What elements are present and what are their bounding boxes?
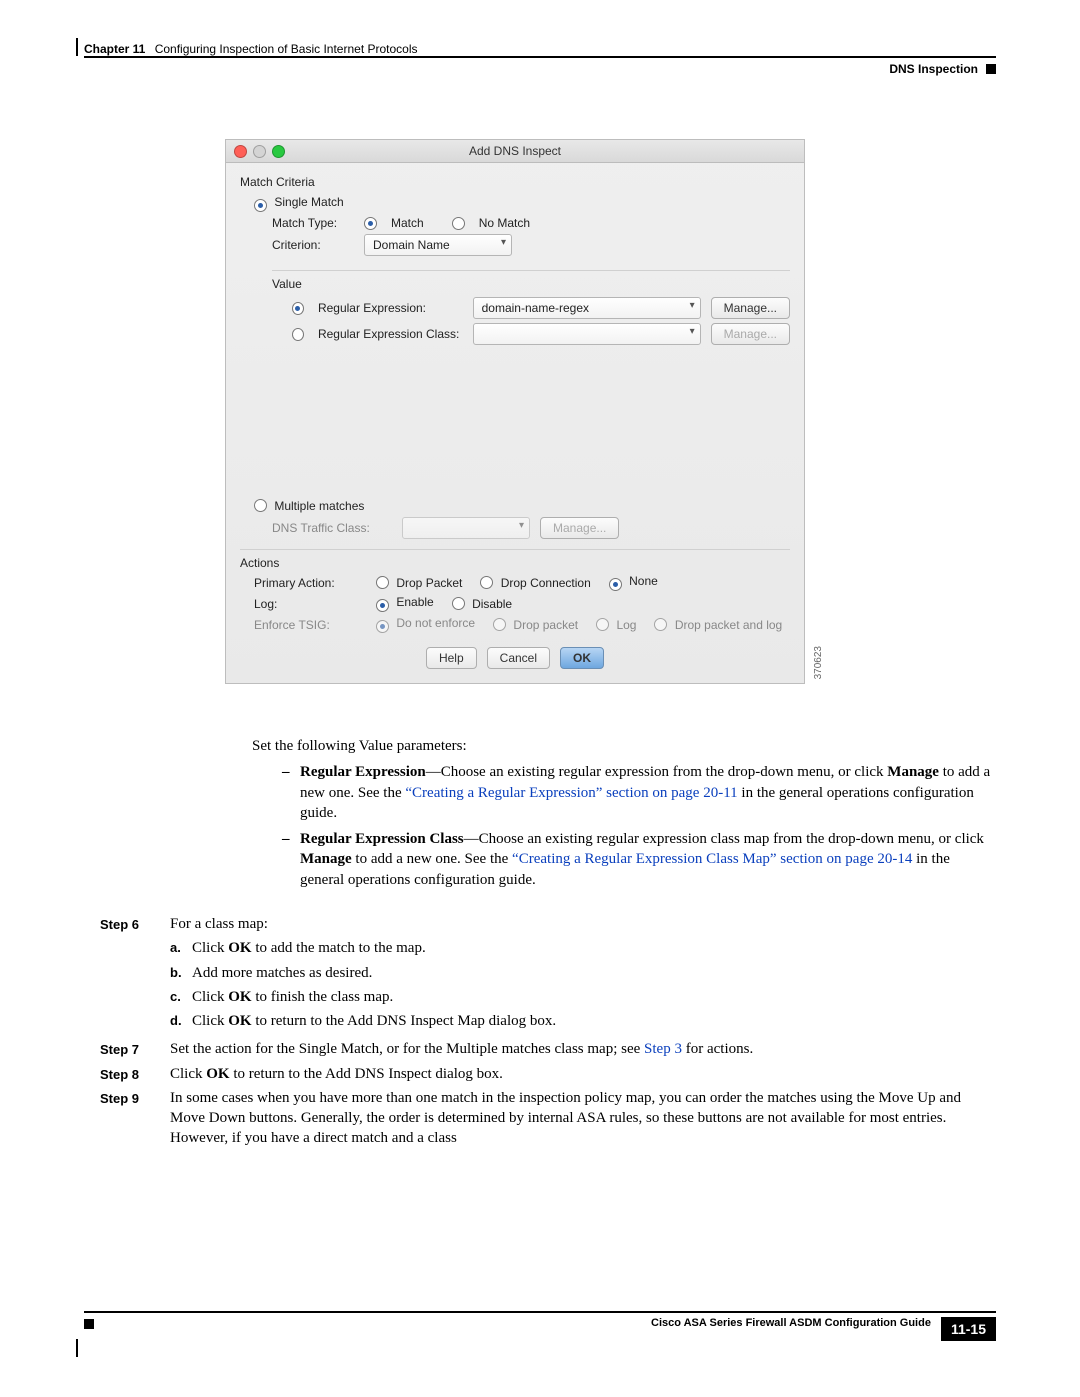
- footer-marker-icon: [84, 1319, 94, 1329]
- header-rule: [84, 56, 996, 58]
- step-7-label: Step 7: [100, 1039, 170, 1059]
- drop-packet-radio[interactable]: [376, 576, 389, 589]
- step-9-text: In some cases when you have more than on…: [170, 1088, 996, 1149]
- step-6d: Click OK to return to the Add DNS Inspec…: [192, 1011, 556, 1031]
- primary-action-label: Primary Action:: [254, 576, 358, 590]
- tsig-drop-packet-radio: [493, 618, 506, 631]
- multiple-matches-label: Multiple matches: [274, 499, 364, 513]
- regex-select[interactable]: domain-name-regex: [473, 297, 701, 319]
- link-create-regex-class[interactable]: “Creating a Regular Expression Class Map…: [512, 851, 912, 867]
- dns-traffic-class-select: [402, 517, 530, 539]
- chapter-label: Chapter 11: [84, 42, 145, 56]
- criterion-label: Criterion:: [272, 238, 354, 252]
- step-6-label: Step 6: [100, 914, 170, 1035]
- page-header: Chapter 11 Configuring Inspection of Bas…: [84, 38, 996, 56]
- figure-number: 370623: [813, 646, 824, 679]
- none-radio[interactable]: [609, 578, 622, 591]
- cancel-button[interactable]: Cancel: [487, 647, 550, 669]
- page-footer: Cisco ASA Series Firewall ASDM Configura…: [84, 1311, 996, 1341]
- manage-traffic-class-button: Manage...: [540, 517, 619, 539]
- header-section: DNS Inspection: [889, 62, 996, 76]
- ok-button[interactable]: OK: [560, 647, 604, 669]
- value-group-label: Value: [272, 270, 790, 291]
- manage-regex-button[interactable]: Manage...: [711, 297, 790, 319]
- match-type-label: Match Type:: [272, 216, 354, 230]
- regex-label: Regular Expression:: [318, 301, 463, 315]
- tsig-drop-and-log-radio: [654, 618, 667, 631]
- help-button[interactable]: Help: [426, 647, 477, 669]
- step-6-intro: For a class map:: [170, 914, 996, 934]
- guide-title: Cisco ASA Series Firewall ASDM Configura…: [100, 1317, 931, 1329]
- criterion-select[interactable]: Domain Name: [364, 234, 512, 256]
- single-match-radio[interactable]: [254, 199, 267, 212]
- log-label: Log:: [254, 597, 358, 611]
- match-option-label: Match: [391, 216, 424, 230]
- regex-radio[interactable]: [292, 302, 304, 315]
- tsig-do-not-enforce-radio: [376, 620, 389, 633]
- dialog-titlebar: Add DNS Inspect: [226, 140, 804, 163]
- page-number: 11-15: [941, 1317, 996, 1341]
- step-6b: Add more matches as desired.: [192, 963, 372, 983]
- no-match-option-label: No Match: [479, 216, 530, 230]
- regex-class-radio[interactable]: [292, 328, 304, 341]
- regex-class-label: Regular Expression Class:: [318, 327, 463, 341]
- match-radio[interactable]: [364, 217, 377, 230]
- step-7-text: Set the action for the Single Match, or …: [170, 1039, 996, 1059]
- single-match-label: Single Match: [274, 195, 343, 209]
- actions-label: Actions: [240, 549, 790, 570]
- log-disable-radio[interactable]: [452, 597, 465, 610]
- log-enable-radio[interactable]: [376, 599, 389, 612]
- section-marker-icon: [986, 64, 996, 74]
- step-8-text: Click OK to return to the Add DNS Inspec…: [170, 1064, 996, 1084]
- multiple-matches-radio[interactable]: [254, 499, 267, 512]
- add-dns-inspect-dialog: Add DNS Inspect Match Criteria Single Ma…: [226, 140, 804, 683]
- para-set-value: Set the following Value parameters:: [252, 736, 996, 756]
- link-step-3[interactable]: Step 3: [644, 1041, 682, 1057]
- step-8-label: Step 8: [100, 1064, 170, 1084]
- no-match-radio[interactable]: [452, 217, 465, 230]
- dns-traffic-class-label: DNS Traffic Class:: [272, 521, 392, 535]
- manage-regex-class-button: Manage...: [711, 323, 790, 345]
- step-6c: Click OK to finish the class map.: [192, 987, 393, 1007]
- enforce-tsig-label: Enforce TSIG:: [254, 618, 358, 632]
- tsig-log-radio: [596, 618, 609, 631]
- bullet-regex: Regular Expression—Choose an existing re…: [282, 762, 996, 823]
- link-create-regex[interactable]: “Creating a Regular Expression” section …: [405, 785, 737, 801]
- step-6a: Click OK to add the match to the map.: [192, 938, 426, 958]
- drop-connection-radio[interactable]: [480, 576, 493, 589]
- regex-class-select[interactable]: [473, 323, 701, 345]
- chapter-title: Configuring Inspection of Basic Internet…: [155, 42, 418, 56]
- dialog-title: Add DNS Inspect: [226, 144, 804, 158]
- bullet-regex-class: Regular Expression Class—Choose an exist…: [282, 829, 996, 890]
- section-title: DNS Inspection: [889, 62, 978, 76]
- match-criteria-label: Match Criteria: [240, 175, 790, 189]
- step-9-label: Step 9: [100, 1088, 170, 1149]
